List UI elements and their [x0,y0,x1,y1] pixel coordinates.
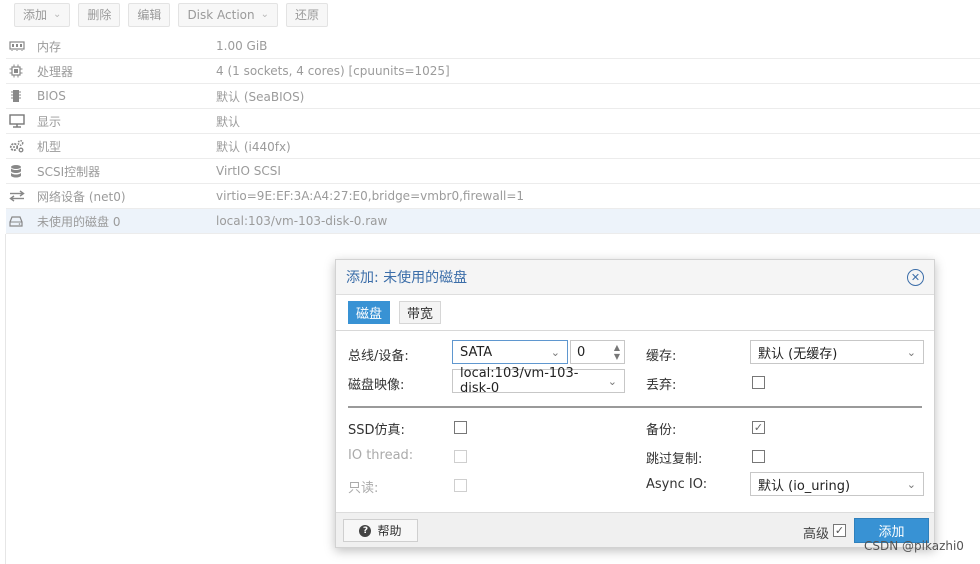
chevron-down-icon: ⌄ [906,477,916,491]
ssd-emulation-label: SSD仿真: [348,423,405,438]
hardware-value: local:103/vm-103-disk-0.raw [216,214,388,228]
hardware-name: 显示 [37,114,62,129]
cache-select-value: 默认 (无缓存) [758,346,838,362]
add-unused-disk-dialog: 添加: 未使用的磁盘 ✕ 磁盘 带宽 总线/设备: SATA ⌄ 0 ▲ ▼ 缓存… [335,259,935,548]
edit-button[interactable]: 编辑 [128,2,171,27]
help-button[interactable]: ? 帮助 [343,519,418,542]
add-button[interactable]: 添加 ⌄ [14,2,71,27]
database-icon [6,164,30,178]
backup-checkbox[interactable]: ✓ [752,421,765,434]
checkmark-icon: ✓ [753,421,764,434]
hardware-row-display[interactable]: 显示 默认 [6,109,980,134]
device-number-spinner[interactable]: 0 ▲ ▼ [570,340,625,364]
read-only-label: 只读: [348,481,379,496]
ssd-emulation-checkbox[interactable] [454,421,467,434]
advanced-label: 高级 [803,527,830,542]
hardware-value: 4 (1 sockets, 4 cores) [cpuunits=1025] [216,64,450,78]
disk-image-select[interactable]: local:103/vm-103-disk-0 ⌄ [452,366,625,396]
discard-checkbox[interactable] [752,376,765,389]
hardware-row-scsi-controller[interactable]: SCSI控制器 VirtIO SCSI [6,159,980,184]
revert-button[interactable]: 还原 [286,2,329,27]
io-thread-label: IO thread: [348,448,414,463]
hardware-row-unused-disk[interactable]: 未使用的磁盘 0 local:103/vm-103-disk-0.raw [6,209,980,234]
disk-action-button[interactable]: Disk Action ⌄ [178,2,278,27]
cache-label: 缓存: [646,349,677,364]
disk-form: 总线/设备: SATA ⌄ 0 ▲ ▼ 缓存: 默认 (无缓存) ⌄ 磁盘映像: … [336,331,934,509]
async-io-label: Async IO: [646,477,708,492]
chevron-down-icon: ⌄ [906,345,916,359]
spinner-arrows-icon[interactable]: ▲ ▼ [614,343,620,361]
hardware-value: 默认 (SeaBIOS) [216,89,305,104]
hardware-value: virtio=9E:EF:3A:A4:27:E0,bridge=vmbr0,fi… [216,189,525,203]
help-button-label: 帮助 [377,524,402,538]
watermark: CSDN @pikazhi0 [864,539,964,553]
remove-button-label: 删除 [87,8,112,22]
panel-border [5,234,6,564]
remove-button[interactable]: 删除 [78,2,121,27]
chevron-down-icon: ⌄ [53,9,62,20]
hdd-icon [6,215,30,227]
gears-icon [6,139,30,153]
hardware-name: BIOS [37,89,66,103]
edit-button-label: 编辑 [137,8,162,22]
hardware-value: 默认 (i440fx) [216,139,291,154]
disk-action-label: Disk Action [187,7,255,22]
io-thread-checkbox [454,450,467,463]
async-io-select-value: 默认 (io_uring) [758,478,851,494]
add-submit-label: 添加 [878,525,905,540]
dialog-title: 添加: 未使用的磁盘 [346,270,468,286]
network-icon [6,190,30,202]
cpu-icon [6,64,30,78]
bus-select[interactable]: SATA ⌄ [452,340,568,364]
read-only-checkbox [454,479,467,492]
hardware-row-network[interactable]: 网络设备 (net0) virtio=9E:EF:3A:A4:27:E0,bri… [6,184,980,209]
dialog-footer: ? 帮助 高级 ✓ 添加 [336,512,934,547]
bios-icon [6,89,30,103]
hardware-grid: 内存 1.00 GiB 处理器 4 (1 sockets, 4 cores) [… [6,34,980,234]
hardware-name: 机型 [37,139,62,154]
device-number-value: 0 [577,344,586,360]
discard-label: 丢弃: [646,378,677,393]
cache-select[interactable]: 默认 (无缓存) ⌄ [750,340,924,364]
skip-replication-checkbox[interactable] [752,450,765,463]
bus-device-label: 总线/设备: [348,349,409,364]
tab-bandwidth[interactable]: 带宽 [399,301,442,324]
chevron-down-icon: ⌄ [260,9,269,20]
hardware-row-bios[interactable]: BIOS 默认 (SeaBIOS) [6,84,980,109]
bus-select-value: SATA [460,344,493,360]
form-separator [348,406,922,408]
display-icon [6,114,30,128]
hardware-value: 1.00 GiB [216,39,268,53]
chevron-down-icon: ⌄ [607,374,617,388]
chevron-down-icon: ⌄ [550,345,560,359]
toolbar: 添加 ⌄ 删除 编辑 Disk Action ⌄ 还原 [0,0,980,29]
disk-image-select-value: local:103/vm-103-disk-0 [460,366,579,396]
hardware-row-machine[interactable]: 机型 默认 (i440fx) [6,134,980,159]
revert-button-label: 还原 [295,8,320,22]
hardware-value: VirtIO SCSI [216,164,281,178]
close-icon[interactable]: ✕ [907,268,924,286]
hardware-name: SCSI控制器 [37,164,101,179]
hardware-value: 默认 [216,114,241,129]
dialog-tabs: 磁盘 带宽 [336,295,934,331]
hardware-row-cpu[interactable]: 处理器 4 (1 sockets, 4 cores) [cpuunits=102… [6,59,980,84]
backup-label: 备份: [646,423,677,438]
skip-replication-label: 跳过复制: [646,452,703,467]
advanced-checkbox[interactable]: ✓ [833,524,846,537]
question-icon: ? [359,524,372,537]
hardware-row-memory[interactable]: 内存 1.00 GiB [6,34,980,59]
hardware-name: 处理器 [37,64,74,79]
dialog-header: 添加: 未使用的磁盘 ✕ [336,260,934,295]
tab-disk[interactable]: 磁盘 [348,301,391,324]
hardware-name: 未使用的磁盘 0 [37,214,121,229]
hardware-name: 内存 [37,39,62,54]
add-button-label: 添加 [23,8,48,22]
checkmark-icon: ✓ [834,524,845,537]
disk-image-label: 磁盘映像: [348,378,405,393]
async-io-select[interactable]: 默认 (io_uring) ⌄ [750,472,924,496]
memory-icon [6,40,30,52]
hardware-name: 网络设备 (net0) [37,189,126,204]
